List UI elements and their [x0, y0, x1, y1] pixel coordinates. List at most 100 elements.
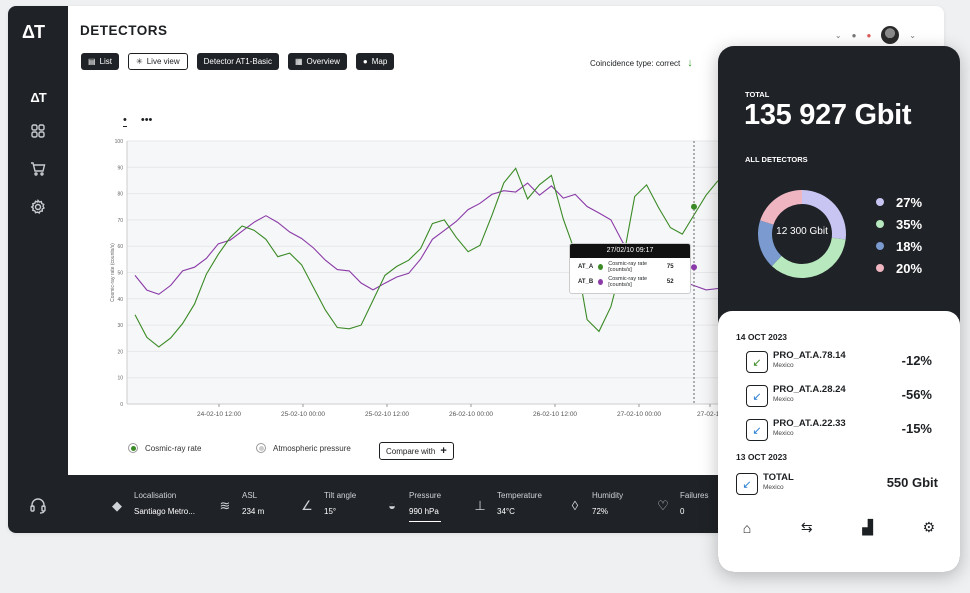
- stat-label: Humidity: [592, 491, 624, 500]
- stat-failures[interactable]: ♡ Failures 0: [654, 491, 708, 516]
- avatar[interactable]: [881, 26, 900, 44]
- live-view-button[interactable]: ✳ Live view: [128, 53, 188, 70]
- y-tick-label: 40: [117, 297, 123, 303]
- y-tick-label: 10: [117, 376, 123, 382]
- stat-temperature[interactable]: ⊥ Temperature 34°C: [471, 491, 542, 516]
- legend-dot: [876, 198, 884, 206]
- donut-pct: 20%: [896, 260, 923, 276]
- overview-button[interactable]: ▦ Overview: [287, 53, 347, 70]
- legend-cosmic[interactable]: Cosmic-ray rate: [128, 443, 201, 453]
- list-label: List: [99, 57, 113, 66]
- sun-icon: ✳: [136, 57, 143, 66]
- tooltip-series-name: AT_A: [578, 264, 594, 270]
- legend-pressure[interactable]: Atmospheric pressure: [256, 443, 351, 453]
- y-tick-label: 90: [117, 165, 123, 171]
- list-item[interactable]: ↙ PRO_AT.A.78.14 Mexico -12%: [746, 347, 942, 377]
- stat-value: 34°C: [497, 507, 515, 516]
- headset-icon[interactable]: [8, 490, 68, 520]
- crosshair-point: [691, 203, 697, 210]
- y-tick-label: 60: [117, 244, 123, 250]
- tx-sub: Mexico: [773, 396, 794, 403]
- view-toolbar: ▤ List ✳ Live view Detector AT1-Basic ▦ Ove…: [81, 53, 395, 70]
- list-item[interactable]: ↙ PRO_AT.A.22.33 Mexico -15%: [746, 415, 942, 445]
- crosshair-point: [691, 264, 697, 271]
- plus-icon: +: [440, 445, 447, 457]
- compare-with-button[interactable]: Compare with +: [379, 442, 454, 460]
- page-title: DETECTORS: [80, 23, 168, 38]
- stats-icon[interactable]: ▟: [862, 519, 873, 536]
- arrow-down-left-icon: ↙: [746, 419, 768, 441]
- app-logo: ΔT: [22, 22, 45, 42]
- chevron-down-icon[interactable]: ⌄: [909, 31, 916, 40]
- tooltip-row: AT_A Cosmic-ray rate [counts/s] 75: [570, 258, 690, 273]
- tooltip-value: 52: [666, 279, 674, 285]
- date-label: 13 OCT 2023: [736, 452, 788, 462]
- map-button[interactable]: ● Map: [355, 53, 395, 70]
- settings-icon[interactable]: ⚙: [923, 519, 936, 536]
- donut-legend-item: 20%: [876, 257, 922, 279]
- stat-label: Localisation: [134, 491, 177, 500]
- y-tick-label: 100: [115, 139, 124, 145]
- date-label: 14 OCT 2023: [736, 332, 788, 342]
- stat-localisation[interactable]: ◆ Localisation Santiago Metro...: [108, 491, 195, 516]
- stat-tilt[interactable]: ∠ Tilt angle 15°: [298, 491, 356, 516]
- notification-icon[interactable]: ●: [852, 31, 857, 40]
- stat-label: Pressure: [409, 491, 442, 500]
- transfer-icon[interactable]: ⇆: [801, 519, 813, 536]
- pressure-icon: ◒: [388, 498, 396, 513]
- stat-label: Temperature: [497, 491, 542, 500]
- arrow-down-left-icon: ↙: [746, 351, 768, 373]
- location-icon: ◆: [112, 498, 122, 513]
- transactions-card: 14 OCT 2023 ↙ PRO_AT.A.78.14 Mexico -12%…: [718, 311, 960, 572]
- overview-icon: ▦: [294, 57, 303, 66]
- stat-label: Tilt angle: [324, 491, 357, 500]
- tx-name: PRO_AT.A.22.33: [773, 418, 846, 429]
- y-tick-label: 50: [117, 271, 123, 277]
- donut-chart: 12 300 Gbit: [747, 179, 857, 289]
- y-axis-label: Cosmic-ray rate (counts/s): [110, 243, 116, 302]
- header-actions: ⌄ ● ● ⌄: [835, 26, 916, 44]
- tx-sub: Mexico: [773, 430, 794, 437]
- overview-label: Overview: [306, 57, 340, 66]
- detector-select-button[interactable]: Detector AT1-Basic: [196, 53, 279, 70]
- tooltip-row: AT_B Cosmic-ray rate [counts/s] 52: [570, 273, 690, 288]
- alert-icon[interactable]: ●: [866, 31, 871, 40]
- tx-amount: 550 Gbit: [886, 475, 938, 490]
- tx-sub: Mexico: [773, 362, 794, 369]
- x-tick-label: 26-02-10 00:00: [449, 411, 493, 418]
- donut-pct: 27%: [896, 194, 923, 210]
- x-tick-label: 27-02-10 00:00: [617, 411, 661, 418]
- coincidence-filter[interactable]: Coincidence type: correct ↓: [590, 57, 693, 69]
- y-tick-label: 20: [117, 349, 123, 355]
- live-view-label: Live view: [146, 57, 180, 66]
- mobile-tab-bar: ⌂ ⇆ ▟ ⚙: [718, 519, 960, 536]
- tx-sub: Mexico: [763, 484, 784, 491]
- legend-pressure-label: Atmospheric pressure: [273, 443, 351, 453]
- series-dot: [598, 264, 604, 270]
- home-icon[interactable]: ⌂: [743, 520, 751, 536]
- tx-amount: -12%: [901, 353, 932, 368]
- y-tick-label: 30: [117, 323, 123, 329]
- map-label: Map: [371, 57, 388, 66]
- x-tick-label: 26-02-10 12:00: [533, 411, 577, 418]
- series-dot: [598, 279, 604, 285]
- radio-icon: [256, 443, 266, 453]
- stat-value: 0: [680, 507, 685, 516]
- stat-asl[interactable]: ≋ ASL 234 m: [216, 491, 265, 516]
- sidebar-item-detectors[interactable]: ΔT: [8, 82, 68, 112]
- list-item[interactable]: ↙ TOTAL Mexico 550 Gbit: [736, 469, 942, 499]
- chevron-down-icon[interactable]: ⌄: [835, 31, 842, 40]
- donut-pct: 18%: [896, 238, 923, 254]
- arrow-down-left-icon: ↙: [736, 473, 758, 495]
- list-item[interactable]: ↙ PRO_AT.A.28.24 Mexico -56%: [746, 381, 942, 411]
- stat-label: ASL: [242, 491, 258, 500]
- stat-humidity[interactable]: ◊ Humidity 72%: [566, 491, 623, 516]
- arrow-down-icon: ↓: [687, 57, 693, 69]
- stat-pressure[interactable]: ◒ Pressure 990 hPa: [383, 491, 442, 522]
- coincidence-label: Coincidence type: correct: [590, 58, 681, 68]
- list-button[interactable]: ▤ List: [81, 53, 120, 70]
- detector-label: Detector AT1-Basic: [203, 57, 272, 66]
- tx-name: TOTAL: [763, 472, 794, 483]
- tooltip-series-name: AT_B: [578, 279, 594, 285]
- y-tick-label: 80: [117, 192, 123, 198]
